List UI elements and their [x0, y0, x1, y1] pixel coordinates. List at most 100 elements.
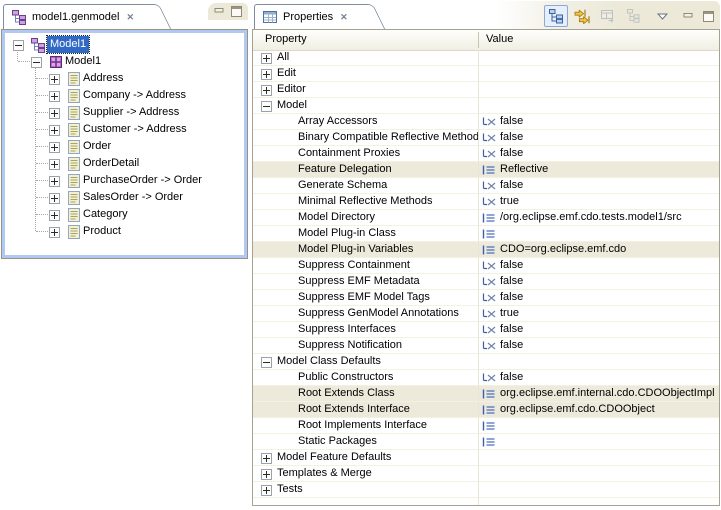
property-name: Binary Compatible Reflective Methods: [298, 130, 478, 145]
tree-item-label: Order: [83, 138, 111, 155]
property-row[interactable]: Minimal Reflective Methodstrue: [253, 194, 719, 210]
close-icon[interactable]: ✕: [338, 11, 350, 23]
category-label: Tests: [277, 482, 303, 497]
tree-expander-icon[interactable]: [49, 227, 60, 238]
properties-tab[interactable]: Properties ✕: [254, 4, 360, 29]
properties-view: Properties ✕ Property Value AllEditEdito…: [252, 1, 720, 506]
boolean-value-icon: [481, 276, 497, 288]
property-row[interactable]: Model Plug-in Class: [253, 226, 719, 242]
row-expander-icon[interactable]: [261, 53, 272, 64]
genmodel-icon: [30, 37, 46, 53]
property-row[interactable]: Model Plug-in VariablesCDO=org.eclipse.e…: [253, 242, 719, 258]
tree-item[interactable]: PurchaseOrder -> Order: [5, 172, 244, 189]
property-row[interactable]: Containment Proxiesfalse: [253, 146, 719, 162]
tree-expander-icon[interactable]: [49, 210, 60, 221]
property-row[interactable]: Array Accessorsfalse: [253, 114, 719, 130]
minimize-button[interactable]: [679, 5, 697, 27]
tree-item-label: Customer -> Address: [83, 121, 187, 138]
close-icon[interactable]: ✕: [124, 11, 136, 23]
property-value: false: [500, 178, 523, 193]
column-header-property[interactable]: Property: [265, 30, 307, 49]
minimize-icon[interactable]: [213, 6, 226, 17]
tree-item[interactable]: Category: [5, 206, 244, 223]
column-divider[interactable]: [478, 32, 479, 48]
property-name: Suppress EMF Model Tags: [298, 290, 478, 305]
tree-expander-icon[interactable]: [49, 108, 60, 119]
property-row[interactable]: Feature DelegationReflective: [253, 162, 719, 178]
property-row[interactable]: Suppress GenModel Annotationstrue: [253, 306, 719, 322]
row-expander-icon[interactable]: [261, 469, 272, 480]
property-value: false: [500, 130, 523, 145]
tree-expander-icon[interactable]: [13, 40, 24, 51]
tree-expander-icon[interactable]: [49, 159, 60, 170]
property-row[interactable]: Suppress Notificationfalse: [253, 338, 719, 354]
tree-expander-icon[interactable]: [49, 142, 60, 153]
class-icon: [66, 173, 82, 189]
tree-item[interactable]: Customer -> Address: [5, 121, 244, 138]
property-name: Root Extends Interface: [298, 402, 478, 417]
category-row[interactable]: Tests: [253, 482, 719, 498]
editor-content: Model1Model1AddressCompany -> AddressSup…: [2, 30, 247, 258]
row-expander-icon[interactable]: [261, 357, 272, 368]
boolean-value-icon: [481, 292, 497, 304]
category-label: Model Class Defaults: [277, 354, 381, 369]
row-expander-icon[interactable]: [261, 101, 272, 112]
property-row[interactable]: Suppress Containmentfalse: [253, 258, 719, 274]
property-row[interactable]: Generate Schema false: [253, 178, 719, 194]
property-row[interactable]: Binary Compatible Reflective Methods fals…: [253, 130, 719, 146]
tree-item[interactable]: Order: [5, 138, 244, 155]
restore-default-value-button[interactable]: [596, 5, 620, 27]
row-expander-icon[interactable]: [261, 485, 272, 496]
property-row[interactable]: Public Constructorsfalse: [253, 370, 719, 386]
property-row[interactable]: Suppress Interfacesfalse: [253, 322, 719, 338]
property-name: Suppress Notification: [298, 338, 478, 353]
tree-item-label: Model1: [65, 53, 101, 70]
tree-expander-icon[interactable]: [31, 57, 42, 68]
tree-item[interactable]: SalesOrder -> Order: [5, 189, 244, 206]
category-row[interactable]: Editor: [253, 82, 719, 98]
maximize-icon[interactable]: [230, 6, 243, 17]
category-row[interactable]: Model: [253, 98, 719, 114]
editor-tab-model1-genmodel[interactable]: model1.genmodel ✕: [3, 4, 146, 29]
show-advanced-properties-button[interactable]: [570, 5, 594, 27]
tree-expander-icon[interactable]: [49, 176, 60, 187]
property-row[interactable]: Root Extends Interfaceorg.eclipse.emf.cd…: [253, 402, 719, 418]
tree-expander-icon[interactable]: [49, 125, 60, 136]
tree-item[interactable]: Supplier -> Address: [5, 104, 244, 121]
maximize-button[interactable]: [699, 5, 717, 27]
tree-item[interactable]: Company -> Address: [5, 87, 244, 104]
tree-item[interactable]: Model1: [5, 36, 244, 53]
tree-item-label: OrderDetail: [83, 155, 139, 172]
property-name: Static Packages: [298, 434, 478, 449]
property-row[interactable]: Model Directory/org.eclipse.emf.cdo.test…: [253, 210, 719, 226]
category-row[interactable]: Templates & Merge: [253, 466, 719, 482]
property-row[interactable]: Root Implements Interface: [253, 418, 719, 434]
tree-item[interactable]: Product: [5, 223, 244, 240]
column-header-value[interactable]: Value: [486, 30, 513, 49]
tree-expander-icon[interactable]: [49, 91, 60, 102]
show-categories-button[interactable]: [622, 5, 646, 27]
category-row[interactable]: Model Class Defaults: [253, 354, 719, 370]
property-row[interactable]: Suppress EMF Model Tagsfalse: [253, 290, 719, 306]
property-value: true: [500, 194, 519, 209]
property-row[interactable]: Static Packages: [253, 434, 719, 450]
boolean-value-icon: [481, 180, 497, 192]
row-expander-icon[interactable]: [261, 85, 272, 96]
tree-item[interactable]: Model1: [5, 53, 244, 70]
category-row[interactable]: Model Feature Defaults: [253, 450, 719, 466]
tree-expander-icon[interactable]: [49, 193, 60, 204]
property-name: Generate Schema: [298, 178, 478, 193]
row-expander-icon[interactable]: [261, 453, 272, 464]
row-expander-icon[interactable]: [261, 69, 272, 80]
class-icon: [66, 88, 82, 104]
class-icon: [66, 156, 82, 172]
property-row[interactable]: Suppress EMF Metadatafalse: [253, 274, 719, 290]
tree-item[interactable]: Address: [5, 70, 244, 87]
category-row[interactable]: All: [253, 50, 719, 66]
property-row[interactable]: Root Extends Classorg.eclipse.emf.intern…: [253, 386, 719, 402]
view-menu-button[interactable]: [654, 5, 671, 27]
tree-expander-icon[interactable]: [49, 74, 60, 85]
tree-mode-button[interactable]: [544, 5, 568, 27]
category-row[interactable]: Edit: [253, 66, 719, 82]
tree-item[interactable]: OrderDetail: [5, 155, 244, 172]
